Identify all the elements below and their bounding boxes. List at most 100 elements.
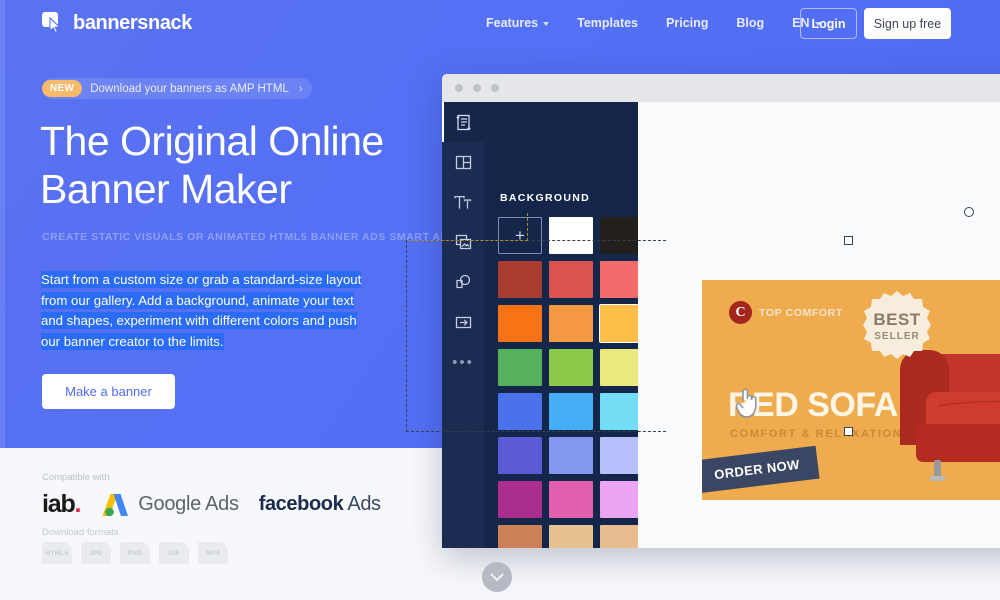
tool-layout[interactable] bbox=[442, 142, 484, 182]
nav-item-features[interactable]: Features bbox=[472, 16, 563, 30]
selection-guide-vertical bbox=[406, 240, 407, 432]
nav-item-templates[interactable]: Templates bbox=[563, 16, 652, 30]
top-navigation: bannersnack Features Templates Pricing B… bbox=[0, 0, 1000, 50]
google-ads-icon bbox=[102, 493, 129, 516]
hero-left-edge bbox=[0, 0, 5, 448]
compatible-with-label: Compatible with bbox=[42, 472, 110, 483]
selection-guide-bottom bbox=[406, 431, 666, 432]
app-preview-window: ••• BACKGROUND + C TOP COMFORT RED SOFA … bbox=[442, 74, 1000, 548]
tool-layers[interactable] bbox=[442, 102, 484, 142]
signup-button[interactable]: Sign up free bbox=[864, 8, 951, 39]
format-chip-jpg: JPG bbox=[81, 542, 111, 564]
nav-item-features-label: Features bbox=[486, 16, 539, 30]
banner-logo-mark: C bbox=[729, 301, 752, 324]
color-swatch[interactable] bbox=[549, 349, 593, 386]
badge-line-2: SELLER bbox=[874, 331, 920, 342]
color-swatch[interactable] bbox=[549, 437, 593, 474]
banner-cta-label: ORDER NOW bbox=[713, 456, 801, 483]
nav-item-templates-label: Templates bbox=[577, 16, 639, 30]
headline-line-1: The Original Online bbox=[40, 118, 384, 164]
badge-text: Download your banners as AMP HTML bbox=[90, 82, 289, 95]
nav-item-blog[interactable]: Blog bbox=[722, 16, 778, 30]
tool-shape[interactable] bbox=[442, 262, 484, 302]
add-color-swatch[interactable]: + bbox=[498, 217, 542, 254]
brand-logo[interactable]: bannersnack bbox=[42, 11, 192, 35]
color-swatch[interactable] bbox=[498, 481, 542, 518]
color-swatch[interactable] bbox=[549, 525, 593, 548]
page-root: bannersnack Features Templates Pricing B… bbox=[0, 0, 1000, 600]
browser-chrome-bar bbox=[442, 74, 1000, 102]
brand-name: bannersnack bbox=[73, 11, 192, 34]
hero-subheadline: CREATE STATIC VISUALS OR ANIMATED HTML5 … bbox=[42, 231, 492, 243]
color-swatch[interactable] bbox=[549, 217, 593, 254]
login-button[interactable]: Login bbox=[800, 8, 857, 39]
nav-links: Features Templates Pricing Blog EN bbox=[472, 16, 835, 30]
color-swatch[interactable] bbox=[549, 261, 593, 298]
selection-handle-top[interactable] bbox=[844, 236, 853, 245]
iab-logo-text: iab bbox=[42, 490, 76, 518]
selection-handle-bottom[interactable] bbox=[844, 427, 853, 436]
tool-export[interactable] bbox=[442, 302, 484, 342]
color-swatch[interactable] bbox=[498, 305, 542, 342]
download-formats-label: Download formats bbox=[42, 527, 119, 538]
best-seller-badge[interactable]: BEST SELLER bbox=[862, 290, 932, 360]
window-controls bbox=[455, 84, 499, 92]
tool-text[interactable] bbox=[442, 182, 484, 222]
color-swatch[interactable] bbox=[549, 393, 593, 430]
nav-item-blog-label: Blog bbox=[736, 16, 765, 30]
hero-body-text-selected: Start from a custom size or grab a stand… bbox=[41, 271, 362, 350]
partner-logos: iab. Google Ads facebook Ads bbox=[42, 490, 381, 519]
format-chip-gif: GIF bbox=[159, 542, 189, 564]
facebook-ads-light: Ads bbox=[347, 493, 381, 515]
editor-canvas[interactable]: C TOP COMFORT RED SOFA COMFORT & RELAXAT… bbox=[638, 102, 1000, 548]
iab-logo: iab. bbox=[42, 490, 82, 519]
more-icon: ••• bbox=[452, 353, 474, 371]
window-close-dot[interactable] bbox=[455, 84, 463, 92]
download-formats-list: HTML5 JPG PNG GIF MP4 bbox=[42, 542, 228, 564]
tool-image[interactable] bbox=[442, 222, 484, 262]
panel-title: BACKGROUND bbox=[500, 192, 590, 204]
facebook-ads-bold: facebook bbox=[258, 493, 344, 515]
iab-logo-dot: . bbox=[74, 490, 82, 518]
chevron-down-icon bbox=[490, 573, 504, 581]
hand-pointer-icon bbox=[735, 386, 761, 425]
color-swatch-grid: + bbox=[498, 217, 645, 548]
hero-body-text: Start from a custom size or grab a stand… bbox=[41, 270, 373, 352]
banner-brand-logo[interactable]: C TOP COMFORT bbox=[729, 301, 843, 324]
selection-guide-top-highlight bbox=[406, 240, 528, 241]
cursor-square-icon bbox=[42, 11, 64, 35]
make-a-banner-button[interactable]: Make a banner bbox=[42, 374, 175, 409]
headline-line-2: Banner Maker bbox=[40, 165, 292, 212]
color-swatch[interactable] bbox=[549, 481, 593, 518]
rotate-handle-line bbox=[527, 213, 528, 241]
page-title: The Original Online Banner Maker bbox=[40, 118, 460, 214]
chevron-right-icon: › bbox=[298, 82, 303, 95]
rotate-handle[interactable] bbox=[964, 207, 974, 217]
google-ads-logo: Google Ads bbox=[100, 491, 239, 519]
banner-logo-text: TOP COMFORT bbox=[759, 306, 843, 319]
color-swatch[interactable] bbox=[498, 525, 542, 548]
color-swatch[interactable] bbox=[498, 393, 542, 430]
nav-item-pricing-label: Pricing bbox=[666, 16, 709, 30]
scroll-down-button[interactable] bbox=[482, 562, 512, 592]
format-chip-mp4: MP4 bbox=[198, 542, 228, 564]
color-swatch[interactable] bbox=[549, 305, 593, 342]
format-chip-png: PNG bbox=[120, 542, 150, 564]
banner-cta-button[interactable]: ORDER NOW bbox=[702, 445, 820, 494]
badge-new-tag: NEW bbox=[42, 80, 83, 97]
chevron-down-icon bbox=[543, 22, 550, 26]
nav-item-pricing[interactable]: Pricing bbox=[652, 16, 722, 30]
announcement-badge[interactable]: NEW Download your banners as AMP HTML › bbox=[42, 78, 313, 99]
color-swatch[interactable] bbox=[498, 261, 542, 298]
badge-line-1: BEST bbox=[873, 310, 921, 329]
color-swatch[interactable] bbox=[498, 349, 542, 386]
background-panel: ••• BACKGROUND + bbox=[442, 102, 645, 548]
color-swatch[interactable] bbox=[498, 437, 542, 474]
editor-toolbar: ••• bbox=[442, 102, 484, 548]
tool-more[interactable]: ••• bbox=[442, 342, 484, 382]
facebook-ads-logo: facebook Ads bbox=[259, 493, 381, 516]
format-chip-html5: HTML5 bbox=[42, 542, 72, 564]
window-maximize-dot[interactable] bbox=[491, 84, 499, 92]
window-minimize-dot[interactable] bbox=[473, 84, 481, 92]
banner-subheadline[interactable]: COMFORT & RELAXATION bbox=[730, 428, 902, 440]
